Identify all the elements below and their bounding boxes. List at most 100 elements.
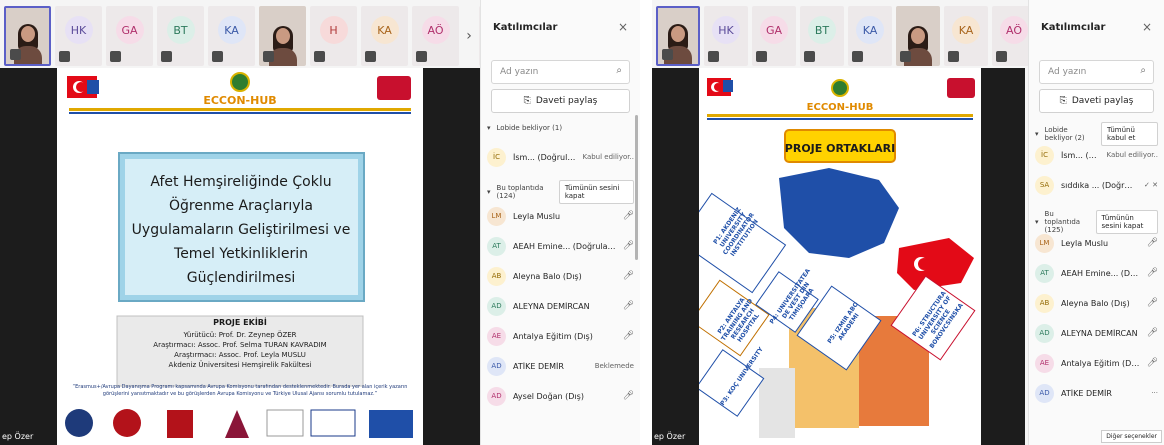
lobby-participant-row[interactable]: İC İsm... (Doğrulanmamış) Kabul ediliyor.. bbox=[487, 142, 634, 172]
participant-tile[interactable]: GA bbox=[106, 6, 153, 66]
west-university-logo-icon bbox=[310, 409, 356, 437]
video-tile[interactable] bbox=[4, 6, 51, 66]
participant-name: ATİKE DEMİR bbox=[1061, 388, 1112, 398]
participant-tile[interactable]: HK bbox=[704, 6, 748, 66]
shared-screen: ECCON-HUB Afet Hemşireliğinde Çoklu Öğre… bbox=[0, 68, 480, 445]
avatar: AÖ bbox=[421, 16, 450, 44]
meeting-window-right: HKGABTKAKAAÖS›LM ECCON-HUB PROJE ORTAKLA… bbox=[652, 0, 1164, 445]
participant-name: ALEYNA DEMİRCAN bbox=[513, 301, 590, 311]
participant-row[interactable]: AD ALEYNA DEMİRCAN 🎤︎ bbox=[487, 291, 634, 321]
search-input[interactable]: Ad yazın ⌕ bbox=[491, 60, 630, 84]
participant-tile[interactable]: AÖ bbox=[412, 6, 459, 66]
participant-name: Aleyna Balo (Dış) bbox=[513, 271, 582, 281]
participant-row[interactable]: AE Antalya Eğitim (Dış) 🎤︎ bbox=[487, 321, 634, 351]
mic-muted-icon bbox=[662, 49, 673, 60]
participant-row[interactable]: AD Aysel Doğan (Dış) 🎤︎ bbox=[487, 381, 634, 411]
mic-muted-icon bbox=[852, 51, 863, 62]
participant-tile[interactable]: KA bbox=[208, 6, 255, 66]
participant-status: Beklemede bbox=[594, 362, 634, 370]
participant-row[interactable]: AT AEAH Emine... (Doğrulanmamış) 🎤︎ bbox=[1035, 258, 1158, 288]
close-icon[interactable]: × bbox=[1142, 20, 1152, 34]
avatar: BT bbox=[808, 16, 836, 44]
avatar: GA bbox=[115, 16, 144, 44]
video-tile[interactable] bbox=[259, 6, 306, 66]
team-member-line: Araştırmacı: Assoc. Prof. Selma TURAN KA… bbox=[153, 341, 327, 349]
participant-row[interactable]: AD ATİKE DEMİR Beklemede bbox=[487, 351, 634, 381]
chevron-right-icon[interactable]: › bbox=[463, 6, 475, 66]
participant-row[interactable]: AD ATİKE DEMİR ··· bbox=[1035, 378, 1158, 408]
national-agency-logo-icon bbox=[377, 76, 411, 100]
participant-row[interactable]: AD ALEYNA DEMİRCAN 🎤︎ bbox=[1035, 318, 1158, 348]
panel-title: Katılımcılar bbox=[493, 22, 558, 33]
more-options-tooltip: Diğer seçenekler bbox=[1101, 430, 1162, 443]
lobby-participant-row[interactable]: SA sıddıka ... (Doğrulanmamış) ✓ ✕ bbox=[1035, 170, 1158, 200]
share-invite-button[interactable]: ⎘ Daveti paylaş bbox=[491, 89, 630, 113]
avatar: AE bbox=[1035, 353, 1054, 373]
presentation-slide: ECCON-HUB PROJE ORTAKLARI P1: AKDENIZ UN… bbox=[699, 68, 981, 445]
slide-title: Afet Hemşireliğinde Çoklu Öğrenme Araçla… bbox=[131, 174, 351, 286]
lobby-section-header[interactable]: ▾ Lobide bekliyor (1) bbox=[487, 124, 634, 132]
participant-tile[interactable]: BT bbox=[800, 6, 844, 66]
share-icon: ⎘ bbox=[523, 96, 531, 106]
avatar: AD bbox=[1035, 323, 1054, 343]
participant-row[interactable]: LM Leyla Muslu 🎤︎ bbox=[1035, 228, 1158, 258]
share-invite-button[interactable]: ⎘ Daveti paylaş bbox=[1039, 89, 1154, 113]
participant-tile[interactable]: GA bbox=[752, 6, 796, 66]
participant-name: sıddıka ... (Doğrulanmamış) bbox=[1061, 180, 1137, 190]
mic-muted-icon bbox=[161, 51, 172, 62]
avatar: LM bbox=[487, 206, 506, 226]
team-list: Yürütücü: Prof. Dr. Zeynep ÖZER Araştırma… bbox=[117, 330, 363, 370]
participant-row[interactable]: AB Aleyna Balo (Dış) 🎤︎ bbox=[1035, 288, 1158, 318]
participant-tile[interactable]: BT bbox=[157, 6, 204, 66]
avatar: AB bbox=[1035, 293, 1054, 313]
search-icon: ⌕ bbox=[616, 65, 622, 76]
video-tile[interactable] bbox=[656, 6, 700, 66]
video-tile[interactable] bbox=[896, 6, 940, 66]
avatar: AÖ bbox=[1000, 16, 1028, 44]
share-icon: ⎘ bbox=[1059, 96, 1067, 106]
lobby-participant-row[interactable]: İC İsm... (Doğrulanmamış) Kabul ediliyor.. bbox=[1035, 140, 1158, 170]
close-icon[interactable]: × bbox=[618, 20, 628, 34]
chevron-down-icon: ▾ bbox=[487, 124, 491, 132]
participant-row[interactable]: AE Antalya Eğitim (Dış) 🎤︎ bbox=[1035, 348, 1158, 378]
participant-name: Antalya Eğitim (Dış) bbox=[513, 331, 593, 341]
avatar: GA bbox=[760, 16, 788, 44]
koc-logo-icon bbox=[167, 410, 193, 438]
mic-muted-icon: 🎤︎ bbox=[1146, 298, 1158, 308]
avatar: LM bbox=[1035, 233, 1054, 253]
participant-tile[interactable]: KA bbox=[944, 6, 988, 66]
participant-name: Antalya Eğitim (Dış) bbox=[1061, 358, 1140, 368]
participant-row[interactable]: AT AEAH Emine... (Doğrulanmamış) 🎤︎ bbox=[487, 231, 634, 261]
participant-status: ✓ ✕ bbox=[1144, 181, 1158, 189]
avatar: H bbox=[319, 16, 348, 44]
mic-muted-icon bbox=[996, 51, 1007, 62]
ankara-logo-icon bbox=[65, 409, 93, 437]
mic-muted-icon: 🎤︎ bbox=[1146, 358, 1158, 368]
mic-muted-icon: 🎤︎ bbox=[622, 271, 634, 281]
national-agency-logo-icon bbox=[947, 78, 975, 98]
avatar: KA bbox=[370, 16, 399, 44]
mic-muted-icon: 🎤︎ bbox=[1146, 268, 1158, 278]
mic-muted-icon bbox=[365, 51, 376, 62]
participant-row[interactable]: LM Leyla Muslu 🎤︎ bbox=[487, 201, 634, 231]
presenter-name: ep Özer bbox=[2, 432, 34, 441]
participant-name: Aleyna Balo (Dış) bbox=[1061, 298, 1130, 308]
avatar: İC bbox=[487, 147, 506, 167]
search-icon: ⌕ bbox=[1140, 65, 1146, 76]
mic-muted-icon: 🎤︎ bbox=[622, 211, 634, 221]
participant-tile[interactable]: KA bbox=[361, 6, 408, 66]
mic-muted-icon bbox=[212, 51, 223, 62]
avatar: KA bbox=[952, 16, 980, 44]
mic-muted-icon: 🎤︎ bbox=[622, 241, 634, 251]
mic-muted-icon bbox=[948, 51, 959, 62]
avatar: SA bbox=[1035, 175, 1054, 195]
search-input[interactable]: Ad yazın ⌕ bbox=[1039, 60, 1154, 84]
scrollbar[interactable] bbox=[635, 115, 638, 260]
participant-name: İsm... (Doğrulanmamış) bbox=[513, 152, 575, 162]
participant-row[interactable]: AB Aleyna Balo (Dış) 🎤︎ bbox=[487, 261, 634, 291]
mic-muted-icon bbox=[10, 49, 21, 60]
search-placeholder: Ad yazın bbox=[1048, 67, 1087, 77]
participant-tile[interactable]: KA bbox=[848, 6, 892, 66]
participant-tile[interactable]: HK bbox=[55, 6, 102, 66]
participant-tile[interactable]: H bbox=[310, 6, 357, 66]
